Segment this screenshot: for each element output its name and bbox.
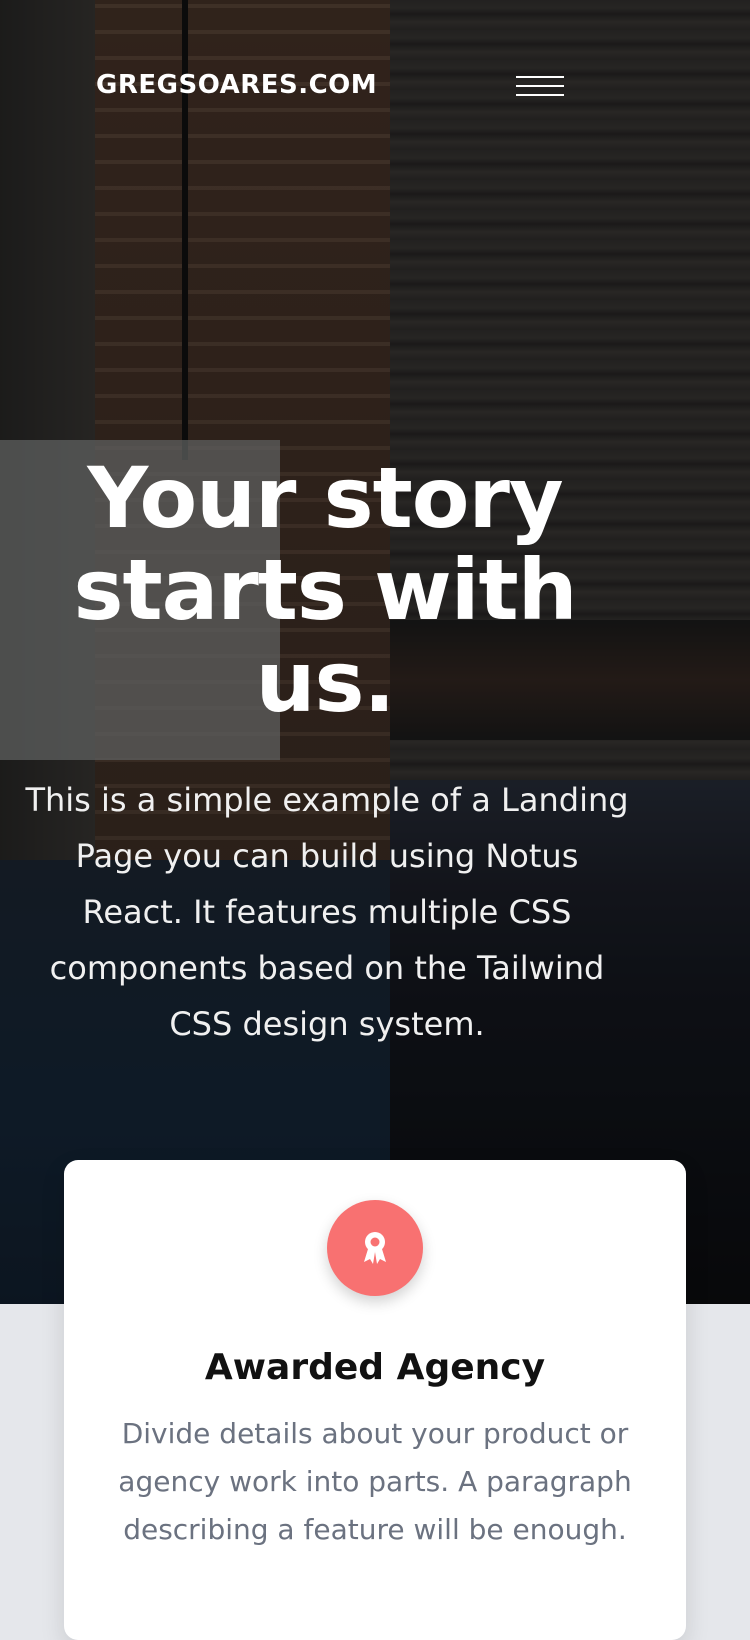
navbar: GREGSOARES.COM [96, 64, 566, 108]
hero-section: GREGSOARES.COM Your story starts with us… [0, 0, 750, 1304]
feature-card: Awarded Agency Divide details about your… [64, 1160, 686, 1640]
hero-title: Your story starts with us. [73, 449, 577, 731]
brand-link[interactable]: GREGSOARES.COM [96, 70, 377, 100]
card-title: Awarded Agency [204, 1347, 546, 1388]
hamburger-menu-icon[interactable] [516, 72, 566, 100]
card-description: Divide details about your product or age… [118, 1417, 632, 1546]
award-icon [327, 1200, 423, 1296]
hero-description: This is a simple example of a Landing Pa… [25, 781, 629, 1043]
